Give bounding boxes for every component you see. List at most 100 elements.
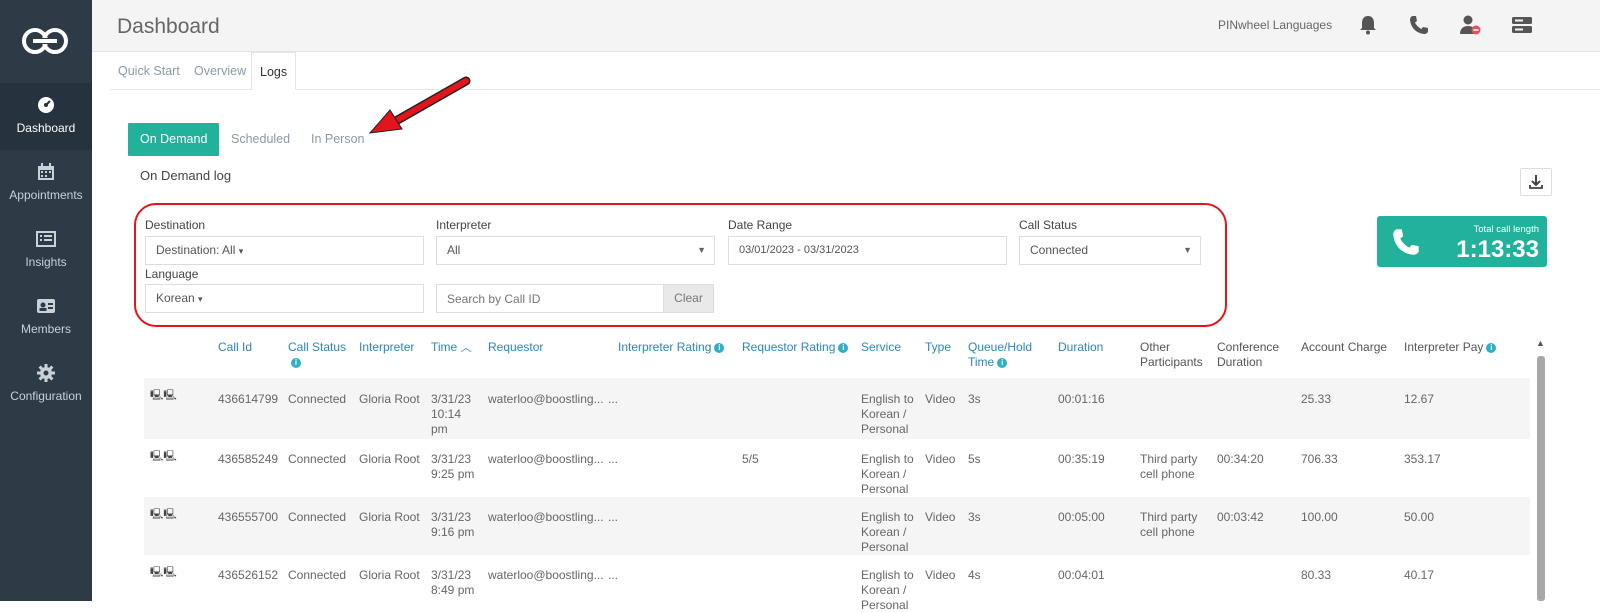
cell-type: Video bbox=[925, 452, 956, 466]
column-label: Time bbox=[431, 340, 458, 354]
subtab-scheduled[interactable]: Scheduled bbox=[219, 123, 302, 156]
column-conference-duration: Conference Duration bbox=[1217, 340, 1280, 369]
column-interpreter-rating[interactable]: Interpreter Rating i bbox=[618, 340, 725, 355]
cell-call-id: 436614799 bbox=[218, 392, 279, 406]
cell-requestor: waterloo@boostling... bbox=[488, 568, 604, 582]
cell-queue: 3s bbox=[968, 510, 981, 524]
info-icon[interactable]: i bbox=[838, 342, 849, 353]
total-call-length-value: 1:13:33 bbox=[1456, 236, 1539, 263]
cell-conf: 00:34:20 bbox=[1217, 452, 1264, 466]
cell-service: English to Korean / Personal bbox=[861, 568, 914, 612]
page-title: Dashboard bbox=[117, 15, 220, 38]
info-icon[interactable]: i bbox=[291, 357, 301, 368]
id-card-icon bbox=[37, 299, 55, 313]
table-row[interactable]: 🖳🖳 bbox=[144, 497, 1530, 555]
sidebar-item-members[interactable]: Members bbox=[0, 284, 92, 351]
column-service[interactable]: Service bbox=[861, 340, 901, 355]
cell-call-id: 436526152 bbox=[218, 568, 279, 582]
table-row[interactable]: 🖳🖳 bbox=[144, 378, 1530, 439]
cell-other: Third party cell phone bbox=[1140, 510, 1198, 539]
sidebar-item-label: Members bbox=[20, 322, 71, 336]
scrollbar-thumb[interactable] bbox=[1537, 356, 1545, 601]
cell-interpreter: Gloria Root bbox=[359, 452, 420, 466]
main-tabs: Quick Start Overview Logs bbox=[110, 52, 1600, 90]
info-icon[interactable]: i bbox=[1486, 342, 1497, 353]
cell-type: Video bbox=[925, 392, 956, 406]
sidebar-item-dashboard[interactable]: Dashboard bbox=[0, 83, 92, 150]
cell-queue: 5s bbox=[968, 452, 981, 466]
cell-type: Video bbox=[925, 568, 956, 582]
list-icon bbox=[36, 231, 56, 247]
info-icon[interactable]: i bbox=[997, 357, 1008, 368]
bell-icon[interactable] bbox=[1356, 13, 1380, 37]
sidebar-item-label: Configuration bbox=[10, 389, 82, 403]
table-row[interactable]: 🖳🖳 bbox=[144, 439, 1530, 497]
cell-int-rating: ... bbox=[608, 510, 619, 524]
sidebar-item-label: Appointments bbox=[9, 188, 83, 202]
cell-charge: 100.00 bbox=[1301, 510, 1338, 524]
top-bar: Dashboard PINwheel Languages bbox=[92, 0, 1600, 52]
cell-requestor: waterloo@boostling... bbox=[488, 392, 604, 406]
cell-charge: 25.33 bbox=[1301, 392, 1332, 406]
column-account-charge: Account Charge bbox=[1301, 340, 1388, 354]
column-call-id[interactable]: Call Id bbox=[218, 340, 252, 355]
server-icon[interactable] bbox=[1510, 13, 1534, 37]
cell-duration: 00:01:16 bbox=[1058, 392, 1105, 406]
subtab-on-demand[interactable]: On Demand bbox=[128, 123, 220, 156]
column-label: Requestor Rating bbox=[742, 340, 836, 354]
cell-time: 3/31/23 10:14 pm bbox=[431, 392, 472, 436]
column-queue-hold-time[interactable]: Queue/Hold Time i bbox=[968, 340, 1040, 370]
tab-quick-start[interactable]: Quick Start bbox=[110, 52, 188, 90]
app-logo[interactable] bbox=[17, 26, 73, 56]
tab-overview[interactable]: Overview bbox=[186, 52, 254, 90]
cell-requestor: waterloo@boostling... bbox=[488, 452, 604, 466]
column-interpreter[interactable]: Interpreter bbox=[359, 340, 414, 355]
column-type[interactable]: Type bbox=[925, 340, 951, 355]
device-icons: 🖳🖳 bbox=[150, 451, 177, 462]
user-status-icon[interactable] bbox=[1458, 13, 1482, 37]
cell-type: Video bbox=[925, 510, 956, 524]
column-call-status[interactable]: Call Status i bbox=[288, 340, 348, 370]
cell-duration: 00:05:00 bbox=[1058, 510, 1105, 524]
sidebar-item-insights[interactable]: Insights bbox=[0, 217, 92, 284]
cell-int-rating: ... bbox=[608, 568, 619, 582]
cell-service: English to Korean / Personal bbox=[861, 392, 914, 436]
column-other-participants: Other Participants bbox=[1140, 340, 1203, 369]
device-icons: 🖳🖳 bbox=[150, 390, 177, 401]
sidebar-item-appointments[interactable]: Appointments bbox=[0, 150, 92, 217]
sidebar-item-label: Insights bbox=[25, 255, 67, 269]
cell-charge: 706.33 bbox=[1301, 452, 1338, 466]
cell-service: English to Korean / Personal bbox=[861, 510, 914, 554]
gear-icon bbox=[37, 364, 55, 382]
download-button[interactable] bbox=[1520, 168, 1552, 196]
phone-icon bbox=[1393, 229, 1419, 255]
column-requestor-rating[interactable]: Requestor Rating i bbox=[742, 340, 849, 355]
sidebar-item-label: Dashboard bbox=[16, 121, 76, 135]
device-icons: 🖳🖳 bbox=[150, 509, 177, 520]
sidebar-item-configuration[interactable]: Configuration bbox=[0, 351, 92, 418]
cell-status: Connected bbox=[288, 568, 347, 582]
column-label: Interpreter Pay bbox=[1404, 340, 1484, 354]
cell-time: 3/31/23 8:49 pm bbox=[431, 568, 475, 597]
column-label: Call Status bbox=[288, 340, 347, 354]
info-icon[interactable]: i bbox=[714, 342, 725, 353]
tab-logs[interactable]: Logs bbox=[251, 52, 297, 90]
phone-icon[interactable] bbox=[1407, 13, 1431, 37]
calendar-icon bbox=[38, 163, 54, 180]
column-duration[interactable]: Duration bbox=[1058, 340, 1103, 355]
column-requestor[interactable]: Requestor bbox=[488, 340, 543, 355]
cell-duration: 00:35:19 bbox=[1058, 452, 1105, 466]
scroll-up-icon[interactable]: ▲ bbox=[1536, 338, 1545, 348]
column-label: Interpreter Rating bbox=[618, 340, 712, 354]
cell-req-rating: 5/5 bbox=[742, 452, 759, 466]
subtab-in-person[interactable]: In Person bbox=[299, 123, 377, 156]
cell-pay: 12.67 bbox=[1404, 392, 1435, 406]
cell-time: 3/31/23 9:16 pm bbox=[431, 510, 475, 539]
org-name[interactable]: PINwheel Languages bbox=[1218, 18, 1332, 32]
column-time[interactable]: Time ︿ bbox=[431, 340, 472, 356]
cell-time: 3/31/23 9:25 pm bbox=[431, 452, 475, 481]
total-call-length-label: Total call length bbox=[1473, 224, 1539, 235]
cell-requestor: waterloo@boostling... bbox=[488, 510, 604, 524]
cell-status: Connected bbox=[288, 510, 347, 524]
cell-service: English to Korean / Personal bbox=[861, 452, 914, 496]
